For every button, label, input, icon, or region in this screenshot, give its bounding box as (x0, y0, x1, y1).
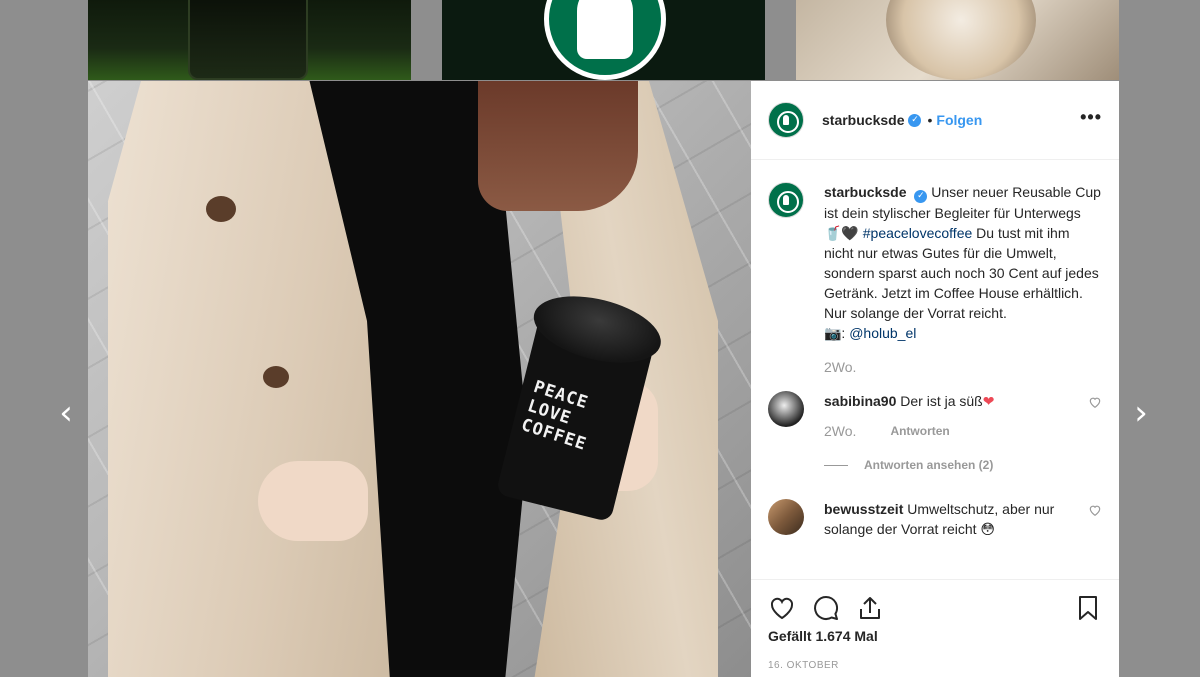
comment-body: Der ist ja süß (900, 393, 983, 409)
photo-hand (258, 461, 368, 541)
photo-coat-button (206, 196, 236, 222)
verified-badge-icon: ✓ (914, 190, 928, 203)
reply-button[interactable]: Antworten (890, 421, 949, 441)
starbucks-logo-image (544, 0, 666, 80)
caption-text: starbucksde ✓ Unser neuer Reusable Cup i… (824, 182, 1102, 377)
comments-section[interactable]: starbucksde ✓ Unser neuer Reusable Cup i… (751, 160, 1119, 580)
comment-username[interactable]: sabibina90 (824, 393, 896, 409)
post-header: starbucksde ✓ • Folgen ••• (751, 81, 1119, 160)
grid-thumbnail-2[interactable] (442, 0, 765, 80)
account-avatar[interactable] (768, 102, 804, 138)
comment-username[interactable]: bewusstzeit (824, 501, 903, 517)
caption-time[interactable]: 2Wo. (824, 357, 1102, 377)
next-post-arrow-icon[interactable]: › (1130, 396, 1152, 430)
caption-username[interactable]: starbucksde (824, 184, 906, 200)
post-date[interactable]: 16. OKTOBER (751, 660, 1119, 671)
caption-hashtag-link[interactable]: #peacelovecoffee (863, 225, 973, 241)
like-comment-heart-icon[interactable] (1088, 503, 1102, 517)
thumbnail-cup-image (188, 0, 308, 80)
post-side-panel: starbucksde ✓ • Folgen ••• starbucksde ✓… (751, 81, 1119, 677)
grid-thumbnail-1[interactable] (88, 0, 411, 80)
camera-emoji: 📷: (824, 325, 846, 341)
like-comment-heart-icon[interactable] (1088, 395, 1102, 409)
comment-text: bewusstzeit Umweltschutz, aber nur solan… (824, 499, 1102, 539)
comment-time[interactable]: 2Wo. (824, 421, 856, 441)
commenter-avatar[interactable] (768, 499, 804, 535)
caption: starbucksde ✓ Unser neuer Reusable Cup i… (768, 182, 1102, 377)
caption-emoji: 🥤🖤 (824, 225, 859, 241)
photo-cup-print: PEACE LOVE COFFEE (519, 377, 633, 465)
more-options-icon[interactable]: ••• (1080, 107, 1102, 134)
photo-coat-button (263, 366, 289, 388)
photo-hair (478, 81, 638, 211)
caption-mention-link[interactable]: @holub_el (849, 325, 916, 341)
comment-text: sabibina90 Der ist ja süß❤ 2Wo. Antworte… (824, 391, 1102, 475)
comment-icon[interactable] (812, 594, 840, 622)
post-photo[interactable]: PEACE LOVE COFFEE (88, 81, 751, 677)
follow-button[interactable]: Folgen (936, 112, 982, 128)
comment-meta: 2Wo. Antworten (824, 421, 1102, 441)
verified-badge-icon: ✓ (908, 113, 922, 127)
previous-post-arrow-icon[interactable]: ‹ (55, 396, 77, 430)
view-replies-button[interactable]: Antworten ansehen (2) (824, 455, 1102, 475)
heart-icon[interactable] (768, 594, 796, 622)
account-username[interactable]: starbucksde (822, 112, 904, 128)
commenter-avatar[interactable] (768, 391, 804, 427)
flushed-emoji: 😳 (980, 521, 996, 537)
caption-avatar[interactable] (768, 182, 804, 218)
replies-divider (824, 464, 848, 466)
heart-emoji: ❤ (982, 393, 995, 409)
view-replies-label: Antworten ansehen (2) (864, 458, 994, 472)
separator-dot: • (927, 112, 933, 128)
thumbnail-coffee-image (886, 0, 1036, 80)
post-actions (751, 580, 1119, 628)
share-icon[interactable] (856, 594, 884, 622)
likes-count[interactable]: Gefällt 1.674 Mal (751, 628, 1119, 644)
comment: bewusstzeit Umweltschutz, aber nur solan… (768, 499, 1102, 539)
grid-thumbnail-3[interactable] (796, 0, 1119, 80)
comment: sabibina90 Der ist ja süß❤ 2Wo. Antworte… (768, 391, 1102, 475)
bookmark-icon[interactable] (1074, 594, 1102, 622)
